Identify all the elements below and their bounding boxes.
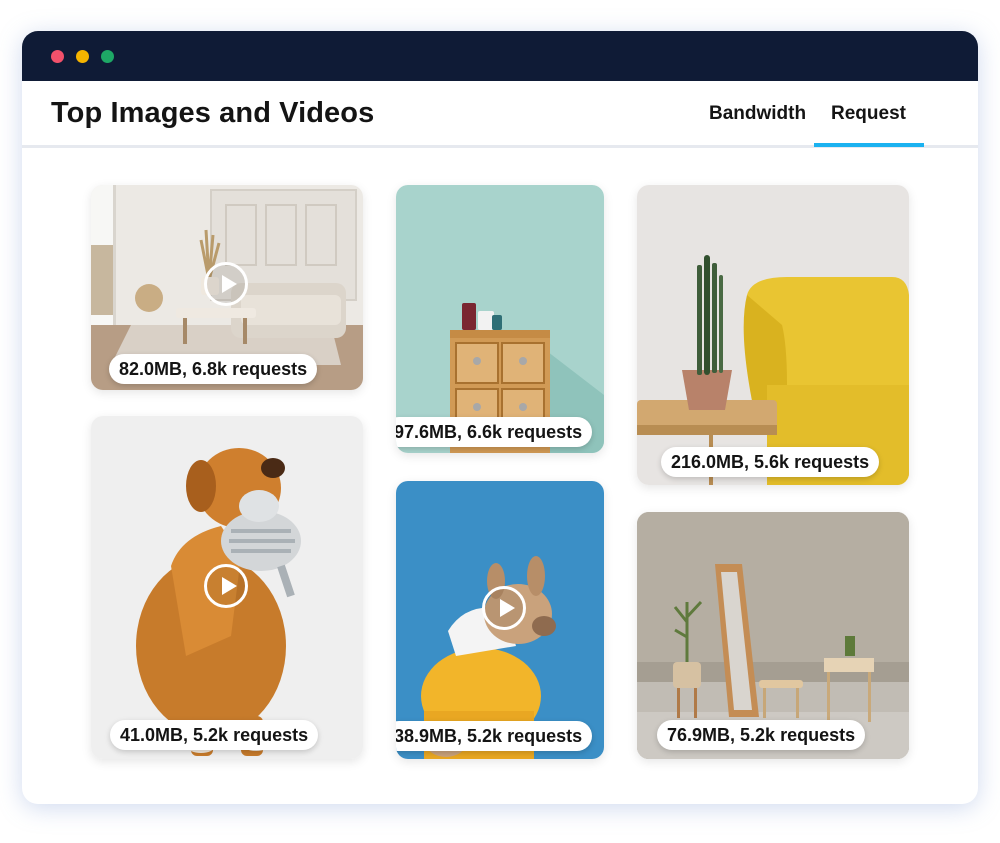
media-card-yellow-chair[interactable]: 216.0MB, 5.6k requests <box>637 185 909 485</box>
active-tab-indicator <box>814 143 924 147</box>
media-card-dog-toy[interactable]: 41.0MB, 5.2k requests <box>91 416 363 759</box>
media-stats-label: 97.6MB, 6.6k requests <box>396 417 593 447</box>
cabinet-thumbnail <box>396 185 604 453</box>
media-card-living-room[interactable]: 82.0MB, 6.8k requests <box>91 185 363 390</box>
media-card-mirror-furniture[interactable]: 76.9MB, 5.2k requests <box>637 512 909 759</box>
media-stats-label: 76.9MB, 5.2k requests <box>657 720 866 750</box>
window-titlebar <box>22 31 978 81</box>
page-header: Top Images and Videos Bandwidth Request <box>22 81 978 148</box>
play-icon[interactable] <box>204 564 248 608</box>
play-icon[interactable] <box>204 262 248 306</box>
yellow-chair-thumbnail <box>637 185 909 485</box>
media-stats-label: 41.0MB, 5.2k requests <box>110 720 319 750</box>
maximize-window-dot[interactable] <box>101 50 114 63</box>
media-stats-label: 216.0MB, 5.6k requests <box>661 447 880 477</box>
close-window-dot[interactable] <box>51 50 64 63</box>
tab-bandwidth[interactable]: Bandwidth <box>709 103 806 125</box>
media-card-cabinet[interactable]: 97.6MB, 6.6k requests <box>396 185 604 453</box>
media-card-bulldog[interactable]: 38.9MB, 5.2k requests <box>396 481 604 759</box>
tab-request[interactable]: Request <box>831 103 906 125</box>
browser-window: Top Images and Videos Bandwidth Request <box>22 31 978 804</box>
media-stats-label: 38.9MB, 5.2k requests <box>396 721 593 751</box>
page-title: Top Images and Videos <box>51 97 375 129</box>
media-stats-label: 82.0MB, 6.8k requests <box>109 354 318 384</box>
minimize-window-dot[interactable] <box>76 50 89 63</box>
play-icon[interactable] <box>482 586 526 630</box>
